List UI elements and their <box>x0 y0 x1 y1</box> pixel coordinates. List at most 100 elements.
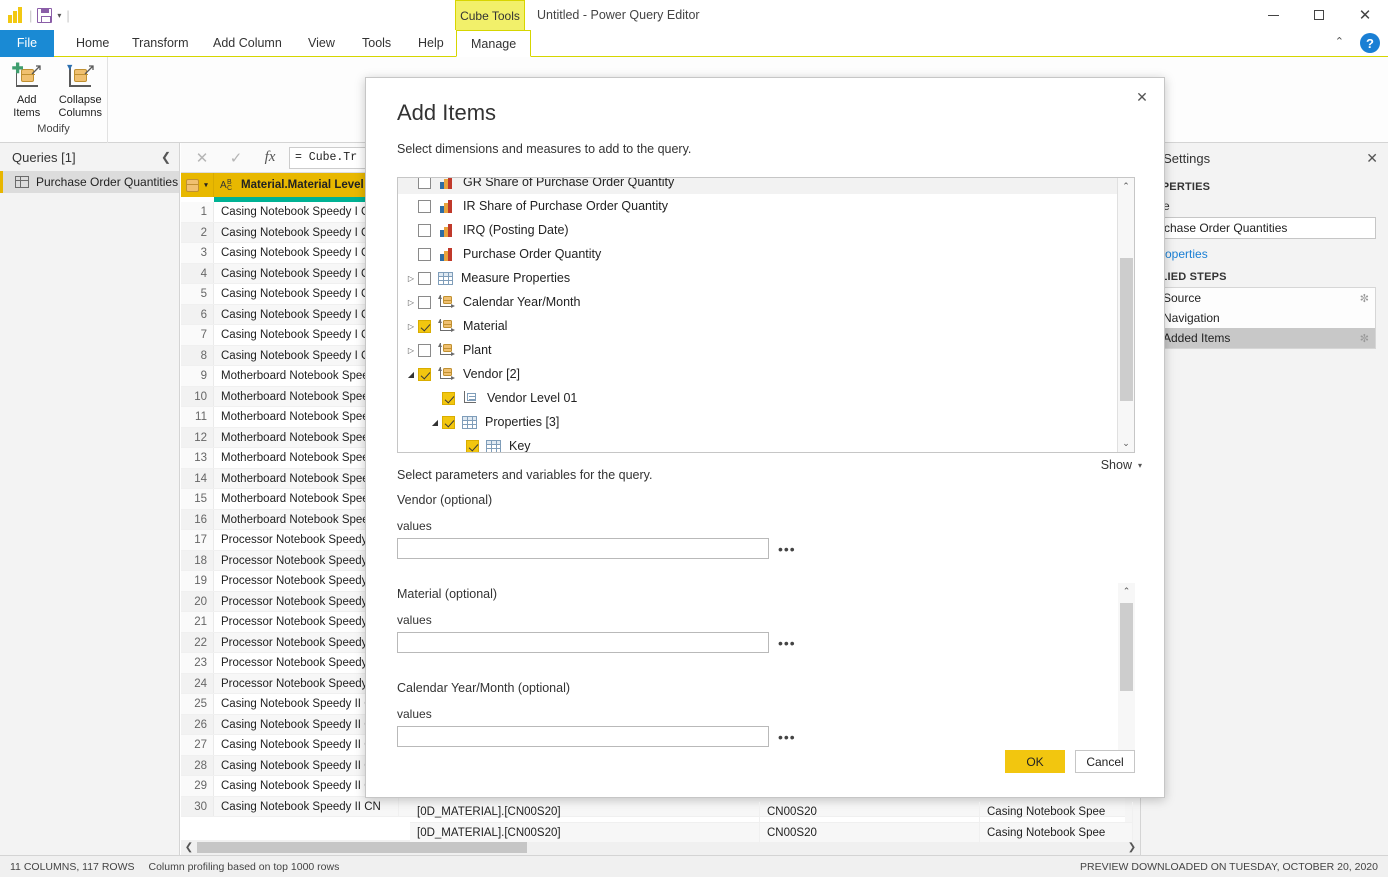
close-button[interactable]: ✕ <box>1342 0 1388 30</box>
collapse-columns-button[interactable]: ▼ Collapse Columns <box>54 61 108 121</box>
tab-help[interactable]: Help <box>404 30 458 57</box>
tab-file[interactable]: File <box>0 30 54 57</box>
expand-icon[interactable]: ▷ <box>404 274 418 283</box>
parameter-input[interactable] <box>397 632 769 653</box>
table-row[interactable]: [0D_MATERIAL].[CN00S20]CN00S20Casing Not… <box>410 823 1133 843</box>
tree-node-checkbox[interactable] <box>418 177 431 189</box>
parameter-more-button[interactable]: ••• <box>778 639 796 647</box>
grid-horizontal-scrollbar[interactable]: ❮ ❯ <box>181 840 1140 855</box>
close-icon[interactable]: ✕ <box>1366 150 1378 167</box>
query-name-input[interactable]: rchase Order Quantities <box>1153 217 1376 239</box>
parameter-more-button[interactable]: ••• <box>778 733 796 741</box>
scroll-right-icon[interactable]: ❯ <box>1124 842 1140 853</box>
table-row[interactable]: [0D_MATERIAL].[CN00S20]CN00S20Casing Not… <box>410 802 1133 823</box>
tab-tools[interactable]: Tools <box>348 30 405 57</box>
formula-accept-button[interactable]: ✓ <box>219 145 253 171</box>
tree-node[interactable]: GR Share of Purchase Order Quantity <box>398 177 1117 194</box>
tree-scroll-thumb[interactable] <box>1120 258 1133 401</box>
tree-node-checkbox[interactable] <box>418 368 431 381</box>
status-profiling[interactable]: Column profiling based on top 1000 rows <box>148 861 339 873</box>
tab-manage[interactable]: Manage <box>456 30 531 57</box>
tree-node[interactable]: ◢Vendor [2] <box>398 362 1117 386</box>
collapse-columns-label-1: Collapse <box>59 94 102 106</box>
scroll-up-icon[interactable]: ⌃ <box>1118 583 1135 600</box>
gear-icon[interactable]: ✼ <box>1360 292 1369 305</box>
show-dropdown[interactable]: Show ▾ <box>1101 458 1142 472</box>
tree-node[interactable]: ▷Plant <box>398 338 1117 362</box>
tree-node-checkbox[interactable] <box>418 272 431 285</box>
tree-node[interactable]: ▷Measure Properties <box>398 266 1117 290</box>
applied-step[interactable]: Added Items✼ <box>1154 328 1375 348</box>
params-scroll-thumb[interactable] <box>1120 603 1133 691</box>
tree-node[interactable]: ▷Material <box>398 314 1117 338</box>
minimize-button[interactable] <box>1250 0 1296 30</box>
hscroll-thumb[interactable] <box>197 842 527 853</box>
chevron-down-icon: ▾ <box>1138 461 1142 470</box>
tree-node[interactable]: Purchase Order Quantity <box>398 242 1117 266</box>
tab-add-column[interactable]: Add Column <box>199 30 296 57</box>
parameter-input[interactable] <box>397 726 769 747</box>
tree-node[interactable]: Vendor Level 01 <box>398 386 1117 410</box>
window-controls: ✕ <box>1250 0 1388 30</box>
tree-node-checkbox[interactable] <box>442 392 455 405</box>
tree-node-checkbox[interactable] <box>466 440 479 453</box>
tree-node[interactable]: IR Share of Purchase Order Quantity <box>398 194 1117 218</box>
cell-description[interactable]: Casing Notebook Spee <box>980 823 1133 843</box>
chevron-down-icon[interactable]: ▾ <box>57 11 61 20</box>
parameter-input[interactable] <box>397 538 769 559</box>
parameters-vertical-scrollbar[interactable]: ⌃ ⌄ <box>1118 583 1135 768</box>
expand-icon[interactable]: ▷ <box>404 298 418 307</box>
tree-node-checkbox[interactable] <box>418 296 431 309</box>
hscroll-track[interactable] <box>197 841 1124 854</box>
all-properties-link[interactable]: Properties <box>1141 239 1388 263</box>
tree-node[interactable]: IRQ (Posting Date) <box>398 218 1117 242</box>
ok-button[interactable]: OK <box>1005 750 1065 773</box>
tree-node-checkbox[interactable] <box>418 248 431 261</box>
parameter-more-button[interactable]: ••• <box>778 545 796 553</box>
tree-node[interactable]: ◢Properties [3] <box>398 410 1117 434</box>
cell-material-key[interactable]: [0D_MATERIAL].[CN00S20] <box>410 802 760 822</box>
tree-node-checkbox[interactable] <box>418 200 431 213</box>
tab-view[interactable]: View <box>294 30 349 57</box>
gear-icon[interactable]: ✼ <box>1360 332 1369 345</box>
title-bar: | ▾ | Cube Tools Untitled - Power Query … <box>0 0 1388 30</box>
applied-step[interactable]: Navigation <box>1154 308 1375 328</box>
tab-transform[interactable]: Transform <box>118 30 203 57</box>
collapse-icon[interactable]: ◢ <box>404 370 418 379</box>
dialog-close-icon[interactable]: ✕ <box>1130 86 1154 108</box>
cell-key[interactable]: CN00S20 <box>760 823 980 843</box>
cube-tools-contextual-tab[interactable]: Cube Tools <box>455 0 525 30</box>
save-icon[interactable] <box>37 8 52 23</box>
help-icon[interactable]: ? <box>1360 33 1380 53</box>
query-list-item[interactable]: Purchase Order Quantities <box>0 171 179 193</box>
tree-node[interactable]: ▷Calendar Year/Month <box>398 290 1117 314</box>
collapse-pane-icon[interactable]: ❮ <box>161 150 171 164</box>
tree-vertical-scrollbar[interactable]: ⌃ ⌄ <box>1117 178 1134 452</box>
maximize-button[interactable] <box>1296 0 1342 30</box>
scroll-down-icon[interactable]: ⌄ <box>1118 435 1134 452</box>
cell-material-level-0[interactable]: Casing Notebook Speedy II CN <box>214 797 399 817</box>
fx-icon[interactable]: fx <box>253 145 287 171</box>
add-items-button[interactable]: ✚ Add Items <box>0 61 54 121</box>
tree-node-checkbox[interactable] <box>418 344 431 357</box>
tree-node-checkbox[interactable] <box>442 416 455 429</box>
applied-step[interactable]: Source✼ <box>1154 288 1375 308</box>
tab-home[interactable]: Home <box>62 30 123 57</box>
expand-icon[interactable]: ▷ <box>404 346 418 355</box>
name-field-label: me <box>1141 195 1388 215</box>
expand-icon[interactable]: ▷ <box>404 322 418 331</box>
tree-node-checkbox[interactable] <box>418 224 431 237</box>
cell-description[interactable]: Casing Notebook Spee <box>980 802 1133 822</box>
tree-node[interactable]: Key <box>398 434 1117 453</box>
scroll-up-icon[interactable]: ⌃ <box>1118 178 1134 195</box>
cancel-button[interactable]: Cancel <box>1075 750 1135 773</box>
cell-material-key[interactable]: [0D_MATERIAL].[CN00S20] <box>410 823 760 843</box>
grid-header-cube-icon[interactable]: ▾ <box>181 173 214 197</box>
collapse-ribbon-icon[interactable]: ⌃ <box>1335 35 1344 48</box>
collapse-icon[interactable]: ◢ <box>428 418 442 427</box>
formula-cancel-button[interactable]: ✕ <box>185 145 219 171</box>
scroll-left-icon[interactable]: ❮ <box>181 842 197 853</box>
tree-node-checkbox[interactable] <box>418 320 431 333</box>
row-number: 1 <box>181 202 214 222</box>
cell-key[interactable]: CN00S20 <box>760 802 980 822</box>
